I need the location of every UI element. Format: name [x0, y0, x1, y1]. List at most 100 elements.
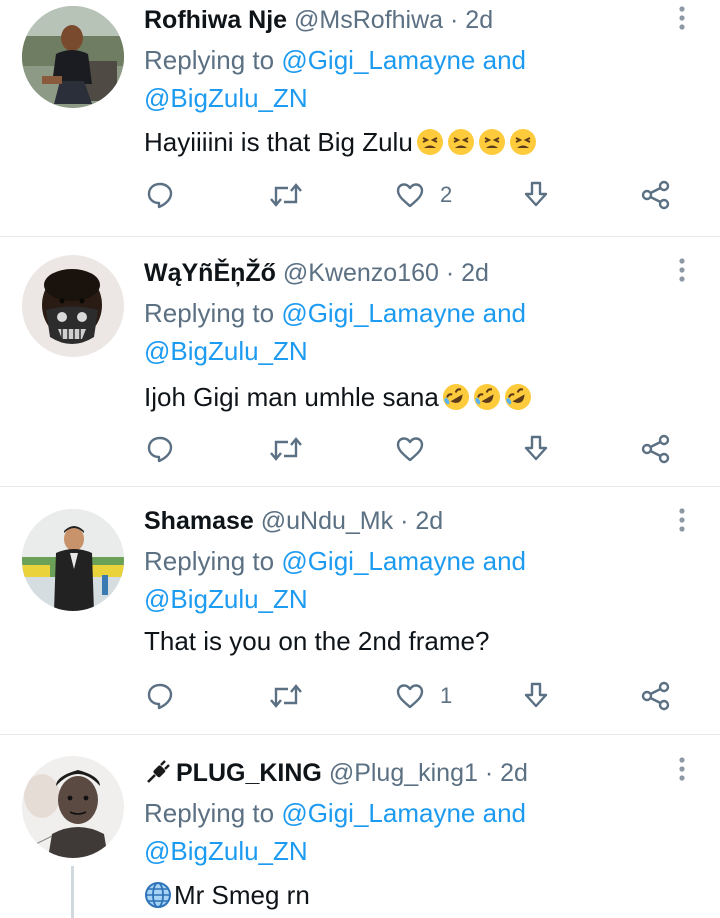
- tweet-text: Ijoh Gigi man umhle sana: [144, 380, 532, 414]
- like-button[interactable]: 2: [394, 175, 452, 215]
- tweet-actions: 2: [144, 175, 704, 215]
- reply-tweet[interactable]: Rofhiwa Nje @MsRofhiwa · 2d Replying to …: [0, 0, 720, 236]
- retweet-icon: [270, 183, 302, 207]
- share-icon: [641, 681, 670, 711]
- tweet-text: Hayiiiini is that Big Zulu: [144, 125, 537, 159]
- mention-link[interactable]: @BigZulu_ZN: [144, 83, 308, 113]
- replying-to: Replying to @Gigi_Lamayne and: [144, 542, 526, 580]
- more-options-icon[interactable]: [672, 4, 692, 34]
- handle[interactable]: @uNdu_Mk: [261, 507, 393, 535]
- more-options-icon[interactable]: [672, 506, 692, 536]
- avatar[interactable]: [22, 255, 124, 357]
- display-name[interactable]: PLUG_KING: [176, 759, 322, 787]
- replying-to-line-2: @BigZulu_ZN: [144, 79, 308, 117]
- handle[interactable]: @Kwenzo160: [283, 259, 439, 287]
- mention-link[interactable]: @Gigi_Lamayne: [281, 298, 475, 328]
- share-button[interactable]: [640, 175, 672, 215]
- share-icon: [641, 434, 670, 464]
- like-icon: [396, 684, 424, 709]
- replying-to-line-2: @BigZulu_ZN: [144, 580, 308, 618]
- download-button[interactable]: [520, 676, 552, 716]
- display-name[interactable]: Shamase: [144, 507, 254, 535]
- download-icon: [524, 181, 548, 207]
- separator-dot: ·: [400, 507, 409, 535]
- avatar[interactable]: [22, 509, 124, 611]
- like-button[interactable]: 1: [394, 676, 452, 716]
- mention-link[interactable]: @BigZulu_ZN: [144, 836, 308, 866]
- share-icon: [641, 180, 670, 210]
- replying-to-line-2: @BigZulu_ZN: [144, 332, 308, 370]
- timestamp[interactable]: 2d: [415, 507, 443, 535]
- display-name[interactable]: WąYñĚņŽő: [144, 259, 276, 287]
- mention-conjunction[interactable]: and: [483, 45, 526, 75]
- replying-to: Replying to @Gigi_Lamayne and: [144, 794, 526, 832]
- replying-label: Replying to: [144, 298, 275, 328]
- more-options-icon[interactable]: [672, 755, 692, 785]
- rolling-laughing-emoji: [504, 384, 531, 410]
- tweet-text: That is you on the 2nd frame?: [144, 624, 489, 658]
- tweet-text-content: Ijoh Gigi man umhle sana: [144, 382, 439, 412]
- replying-to-line-2: @BigZulu_ZN: [144, 832, 308, 870]
- mention-conjunction[interactable]: and: [483, 298, 526, 328]
- tired-face-emoji: [416, 129, 443, 155]
- separator-dot: ·: [484, 759, 494, 787]
- retweet-button[interactable]: [268, 676, 304, 716]
- like-icon: [396, 437, 424, 462]
- like-icon: [396, 183, 424, 208]
- mention-conjunction[interactable]: and: [483, 546, 526, 576]
- reply-button[interactable]: [144, 429, 176, 469]
- separator-dot: ·: [450, 6, 459, 34]
- reply-tweet[interactable]: PLUG_KING @Plug_king1 · 2d Replying to @…: [0, 735, 720, 918]
- reply-icon: [147, 683, 173, 710]
- mention-link[interactable]: @BigZulu_ZN: [144, 336, 308, 366]
- plug-emoji: [147, 760, 170, 783]
- rolling-laughing-emoji: [473, 384, 500, 410]
- reply-icon: [147, 436, 173, 463]
- replying-label: Replying to: [144, 546, 275, 576]
- like-button[interactable]: [394, 429, 426, 469]
- tired-face-emoji: [447, 129, 474, 155]
- tired-face-emoji: [478, 129, 505, 155]
- timestamp[interactable]: 2d: [461, 259, 489, 287]
- mention-conjunction[interactable]: and: [483, 798, 526, 828]
- mention-link[interactable]: @Gigi_Lamayne: [281, 45, 475, 75]
- like-count: 1: [440, 683, 453, 708]
- mention-link[interactable]: @Gigi_Lamayne: [281, 546, 475, 576]
- timestamp[interactable]: 2d: [500, 759, 528, 787]
- download-icon: [524, 682, 548, 708]
- replying-to: Replying to @Gigi_Lamayne and: [144, 294, 526, 332]
- reply-button[interactable]: [144, 175, 176, 215]
- replying-label: Replying to: [144, 45, 275, 75]
- avatar[interactable]: [22, 6, 124, 108]
- more-options-icon[interactable]: [672, 256, 692, 286]
- thread-line: [71, 866, 74, 918]
- rolling-laughing-emoji: [442, 384, 469, 410]
- retweet-icon: [270, 684, 302, 708]
- avatar[interactable]: [22, 756, 124, 858]
- mention-link[interactable]: @Gigi_Lamayne: [281, 798, 475, 828]
- retweet-button[interactable]: [268, 429, 304, 469]
- reply-button[interactable]: [144, 676, 176, 716]
- replying-to: Replying to @Gigi_Lamayne and: [144, 41, 526, 79]
- mention-link[interactable]: @BigZulu_ZN: [144, 584, 308, 614]
- download-icon: [524, 435, 548, 461]
- replying-label: Replying to: [144, 798, 275, 828]
- tweet-text-content: Hayiiiini is that Big Zulu: [144, 127, 413, 157]
- tweet-text: Mr Smeg rn: [144, 878, 310, 912]
- tired-face-emoji: [509, 129, 536, 155]
- handle[interactable]: @Plug_king1: [329, 759, 478, 787]
- separator-dot: ·: [445, 259, 455, 287]
- reply-tweet[interactable]: Shamase @uNdu_Mk · 2d Replying to @Gigi_…: [0, 487, 720, 734]
- share-button[interactable]: [640, 429, 672, 469]
- download-button[interactable]: [520, 429, 552, 469]
- download-button[interactable]: [520, 175, 552, 215]
- retweet-button[interactable]: [268, 175, 304, 215]
- share-button[interactable]: [640, 676, 672, 716]
- reply-tweet[interactable]: WąYñĚņŽő @Kwenzo160 · 2d Replying to @Gi…: [0, 237, 720, 486]
- like-count: 2: [440, 182, 453, 207]
- globe-emoji: [145, 882, 171, 908]
- display-name[interactable]: Rofhiwa Nje: [144, 6, 287, 34]
- timestamp[interactable]: 2d: [465, 6, 493, 34]
- handle[interactable]: @MsRofhiwa: [294, 6, 443, 34]
- tweet-actions: 1: [144, 676, 704, 716]
